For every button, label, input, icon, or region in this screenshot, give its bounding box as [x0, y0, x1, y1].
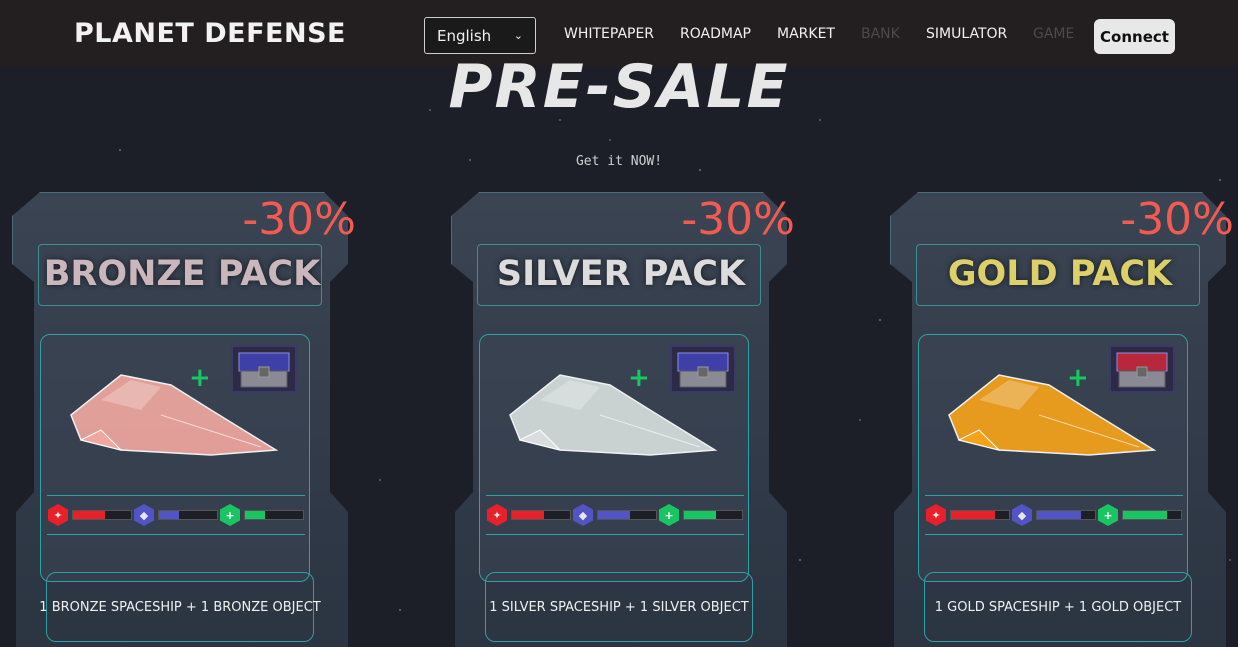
pack-description-box: 1 GOLD SPACESHIP + 1 GOLD OBJECT	[924, 572, 1192, 642]
health-icon: +	[1098, 504, 1118, 526]
attack-icon: ✦	[48, 504, 68, 526]
pack-card-gold[interactable]: -30% GOLD PACK + ✦ ◆ + 1 GOLD SPACESHIP …	[890, 192, 1234, 647]
stats-row: ✦ ◆ +	[925, 495, 1183, 535]
discount-badge: -30%	[242, 194, 356, 245]
pack-description: 1 GOLD SPACESHIP + 1 GOLD OBJECT	[934, 599, 1182, 615]
pack-card-bronze[interactable]: -30% BRONZE PACK + ✦ ◆ + 1 BRONZE SPACES…	[12, 192, 356, 647]
chest-icon	[1109, 345, 1175, 393]
nav-bank[interactable]: BANK	[861, 26, 900, 42]
chevron-down-icon: ⌄	[513, 29, 523, 42]
plus-icon: +	[1067, 363, 1089, 393]
nav-roadmap[interactable]: ROADMAP	[680, 26, 751, 42]
shield-icon: ◆	[134, 504, 154, 526]
chest-icon	[670, 345, 736, 393]
attack-icon: ✦	[926, 504, 946, 526]
shield-bar	[158, 510, 218, 520]
page-title: PRE-SALE	[448, 52, 790, 122]
health-bar	[244, 510, 304, 520]
pack-description: 1 SILVER SPACESHIP + 1 SILVER OBJECT	[489, 599, 749, 615]
pack-contents-box: + ✦ ◆ +	[40, 334, 310, 582]
stats-row: ✦ ◆ +	[486, 495, 744, 535]
pack-card-silver[interactable]: -30% SILVER PACK + ✦ ◆ + 1 SILVER SPACES…	[451, 192, 795, 647]
stats-row: ✦ ◆ +	[47, 495, 305, 535]
pack-contents-box: + ✦ ◆ +	[479, 334, 749, 582]
attack-bar	[72, 510, 132, 520]
attack-icon: ✦	[487, 504, 507, 526]
pack-contents-box: + ✦ ◆ +	[918, 334, 1188, 582]
nav-game[interactable]: GAME	[1033, 26, 1074, 42]
logo[interactable]: PLANET DEFENSE	[74, 18, 346, 49]
health-icon: +	[220, 504, 240, 526]
pack-description-box: 1 SILVER SPACESHIP + 1 SILVER OBJECT	[485, 572, 753, 642]
discount-badge: -30%	[1120, 194, 1234, 245]
pack-title: SILVER PACK	[496, 254, 746, 294]
language-value: English	[437, 26, 492, 45]
nav-market[interactable]: MARKET	[777, 26, 835, 42]
language-select[interactable]: English ⌄	[424, 17, 536, 54]
shield-icon: ◆	[573, 504, 593, 526]
nav-whitepaper[interactable]: WHITEPAPER	[564, 26, 654, 42]
tagline: Get it NOW!	[575, 154, 663, 169]
discount-badge: -30%	[681, 194, 795, 245]
plus-icon: +	[628, 363, 650, 393]
chest-icon	[231, 345, 297, 393]
pack-title: BRONZE PACK	[43, 254, 321, 294]
connect-button[interactable]: Connect	[1094, 19, 1175, 54]
attack-bar	[950, 510, 1010, 520]
shield-bar	[597, 510, 657, 520]
shield-icon: ◆	[1012, 504, 1032, 526]
health-icon: +	[659, 504, 679, 526]
pack-title: GOLD PACK	[947, 254, 1173, 294]
plus-icon: +	[189, 363, 211, 393]
health-bar	[1122, 510, 1182, 520]
health-bar	[683, 510, 743, 520]
shield-bar	[1036, 510, 1096, 520]
attack-bar	[511, 510, 571, 520]
pack-description: 1 BRONZE SPACESHIP + 1 BRONZE OBJECT	[39, 599, 321, 615]
pack-description-box: 1 BRONZE SPACESHIP + 1 BRONZE OBJECT	[39, 572, 321, 642]
nav-simulator[interactable]: SIMULATOR	[926, 26, 1007, 42]
